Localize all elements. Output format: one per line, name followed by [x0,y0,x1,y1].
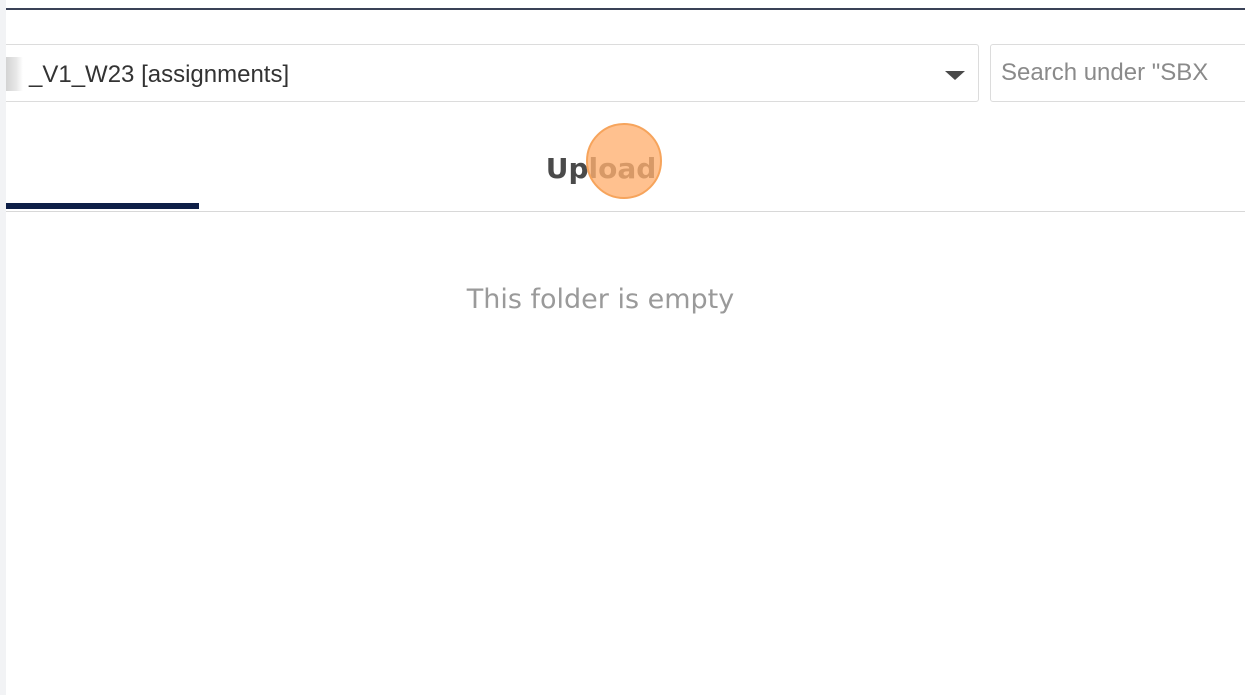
empty-folder-message: This folder is empty [466,284,735,315]
tab-strip: Upload [6,120,1245,212]
active-tab-indicator [6,203,199,209]
caret-down-icon[interactable] [945,71,965,80]
file-browser-panel: _V1_W23 [assignments] Upload This folder… [6,0,1245,695]
tab-divider [6,211,1245,212]
folder-select[interactable]: _V1_W23 [assignments] [6,44,979,102]
folder-select-value: _V1_W23 [assignments] [29,61,290,88]
redacted-folder-prefix [6,57,23,91]
search-field[interactable] [990,44,1245,102]
search-input[interactable] [1001,55,1245,91]
tab-upload[interactable]: Upload [526,146,676,192]
top-divider [6,8,1245,10]
